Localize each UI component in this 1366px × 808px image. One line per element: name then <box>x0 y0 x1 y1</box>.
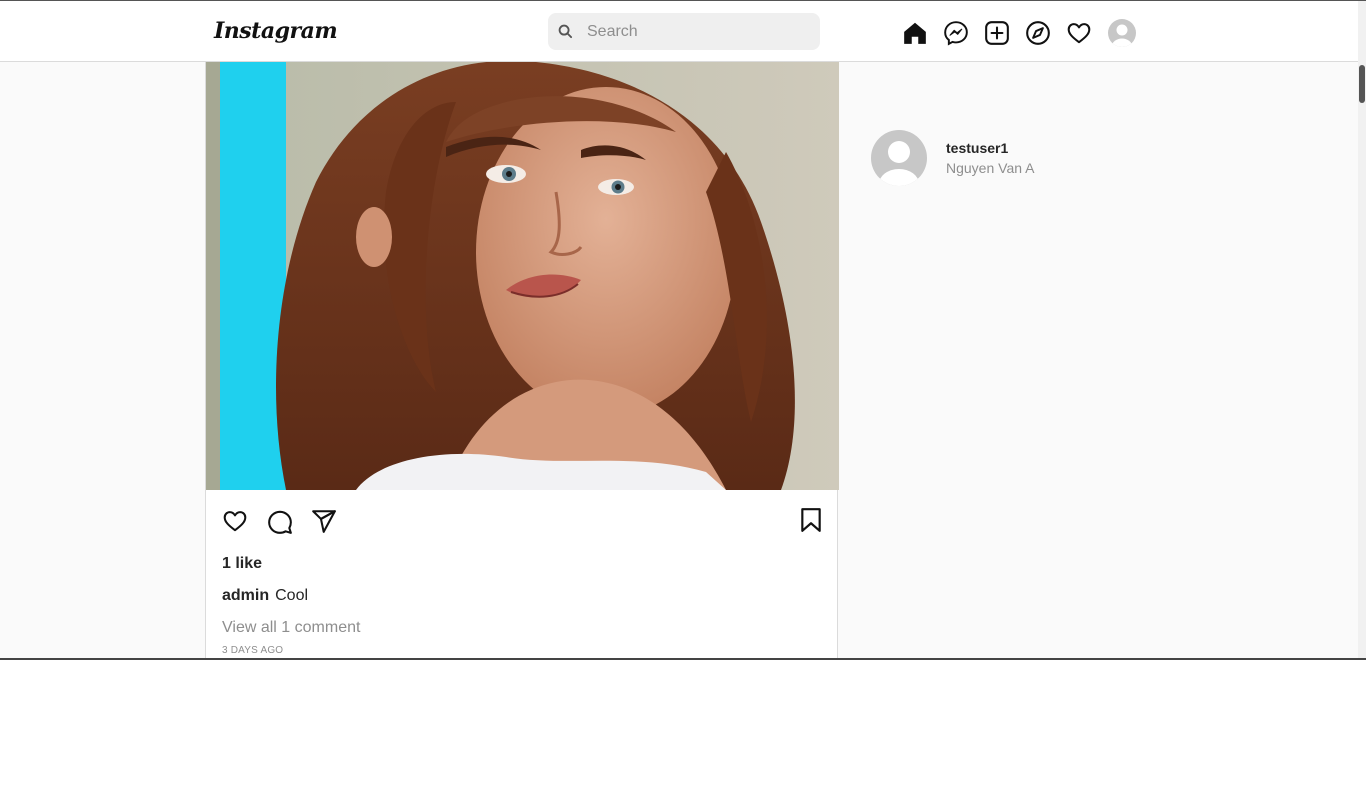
app-viewport: Instagram Search 1 like admin Cool View … <box>0 0 1366 659</box>
search-box[interactable] <box>548 13 820 50</box>
profile-avatar[interactable] <box>1108 19 1136 47</box>
new-post-icon[interactable] <box>984 20 1010 46</box>
search-input[interactable] <box>587 13 812 50</box>
post-timestamp: 3 days ago <box>222 645 284 656</box>
likes-count[interactable]: 1 like <box>222 555 262 573</box>
post-caption: admin Cool <box>222 587 308 605</box>
default-avatar-icon <box>1108 19 1136 47</box>
comment-icon[interactable] <box>267 509 293 535</box>
explore-icon[interactable] <box>1025 20 1051 46</box>
search-icon <box>558 24 573 39</box>
feed-post: 1 like admin Cool View all 1 comment 3 da… <box>205 62 839 659</box>
messenger-icon[interactable] <box>943 20 969 46</box>
like-heart-icon[interactable] <box>221 508 249 534</box>
sidebar-avatar[interactable] <box>871 130 927 186</box>
share-send-icon[interactable] <box>311 508 337 534</box>
save-bookmark-icon[interactable] <box>800 507 822 533</box>
portrait-photo <box>206 62 839 490</box>
sidebar-full-name: Nguyen Van A <box>946 160 1035 176</box>
instagram-logo[interactable]: Instagram <box>214 18 338 44</box>
scrollbar-thumb[interactable] <box>1359 65 1365 103</box>
post-image[interactable] <box>206 62 839 490</box>
view-all-comments-link[interactable]: View all 1 comment <box>222 619 360 637</box>
top-navbar: Instagram <box>0 1 1358 62</box>
default-avatar-icon <box>871 130 927 186</box>
caption-username[interactable]: admin <box>222 587 269 604</box>
activity-heart-icon[interactable] <box>1066 20 1092 46</box>
viewport-divider <box>0 658 1366 660</box>
home-icon[interactable] <box>902 20 928 46</box>
sidebar-username[interactable]: testuser1 <box>946 140 1008 156</box>
caption-text: Cool <box>275 587 309 604</box>
